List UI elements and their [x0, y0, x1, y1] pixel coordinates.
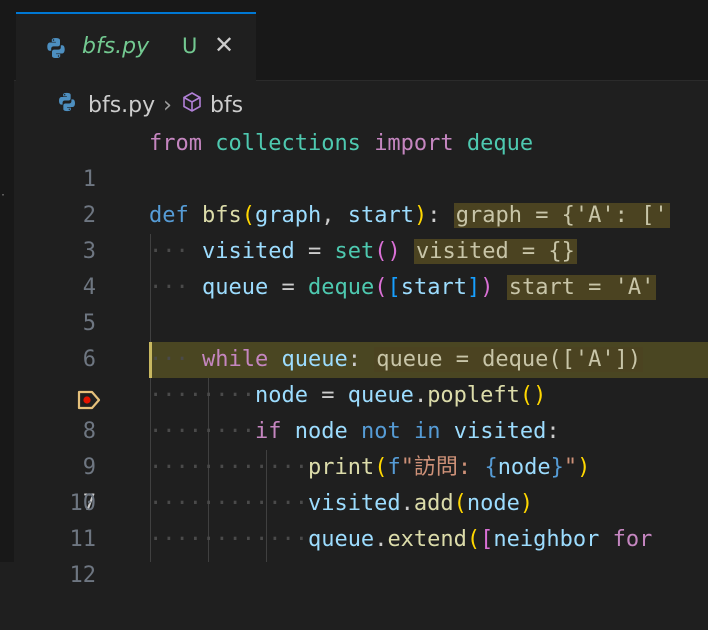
code-line-3[interactable]: 3 def bfs(graph, start): graph = {'A': [… [0, 198, 708, 264]
code-line-11[interactable]: 11 ············visited.add(node) [0, 486, 708, 552]
inline-value: visited = {} [413, 239, 577, 264]
code-line-5[interactable]: 5 ··· queue = deque([start]) start = 'A' [0, 270, 708, 336]
code-text: ············print(f"訪問: {node}") [149, 455, 591, 480]
breadcrumb-symbol[interactable]: bfs [210, 93, 243, 118]
code-line-10[interactable]: 10 ············print(f"訪問: {node}") [0, 450, 708, 516]
code-line-8[interactable]: 8 ········node = queue.popleft() [0, 378, 708, 444]
tab-filename: bfs.py [82, 34, 150, 59]
code-line-2[interactable]: 2 [0, 162, 708, 228]
code-text: ··· while queue: queue = deque(['A']) [149, 347, 644, 372]
python-file-icon [56, 91, 78, 119]
code-line-7[interactable]: 7 ··· while queue: queue = deque(['A']) [0, 342, 708, 516]
inline-value: start = 'A' [506, 275, 657, 300]
close-icon[interactable]: ✕ [214, 32, 234, 58]
code-line-4[interactable]: 4 ··· visited = set() visited = {} [0, 234, 708, 300]
code-text: ··· visited = set() visited = {} [149, 239, 577, 264]
code-line-9[interactable]: 9 ········if node not in visited: [0, 414, 708, 480]
code-line-12[interactable]: 12 ············queue.extend([neighbor fo… [0, 522, 708, 588]
code-text: def bfs(graph, start): graph = {'A': [' [149, 203, 670, 228]
chevron-right-icon: › [163, 92, 172, 118]
code-text: ··· queue = deque([start]) start = 'A' [149, 275, 657, 300]
inline-value: graph = {'A': [' [453, 203, 670, 228]
method-cube-icon [180, 90, 204, 120]
code-text: from collections import deque [149, 131, 534, 156]
code-text: ············queue.extend([neighbor for [149, 527, 653, 552]
code-text: ········node = queue.popleft() [149, 383, 547, 408]
breadcrumb-file[interactable]: bfs.py [88, 93, 155, 118]
breadcrumb: bfs.py › bfs [56, 88, 243, 122]
code-line-1[interactable]: 1 from collections import deque [0, 126, 708, 192]
tab-bfs-py[interactable]: bfs.py U ✕ [16, 12, 256, 81]
title-strip [0, 0, 708, 12]
editor-tab-bar: bfs.py U ✕ [14, 12, 708, 81]
code-text: ········if node not in visited: [149, 419, 560, 444]
git-status-badge: U [182, 34, 198, 58]
python-file-icon [44, 36, 68, 64]
code-text: ············visited.add(node) [149, 491, 534, 516]
inline-value: queue = deque(['A']) [374, 347, 644, 372]
line-number: 12 [69, 563, 97, 588]
code-line-6[interactable]: 6 [0, 306, 708, 372]
